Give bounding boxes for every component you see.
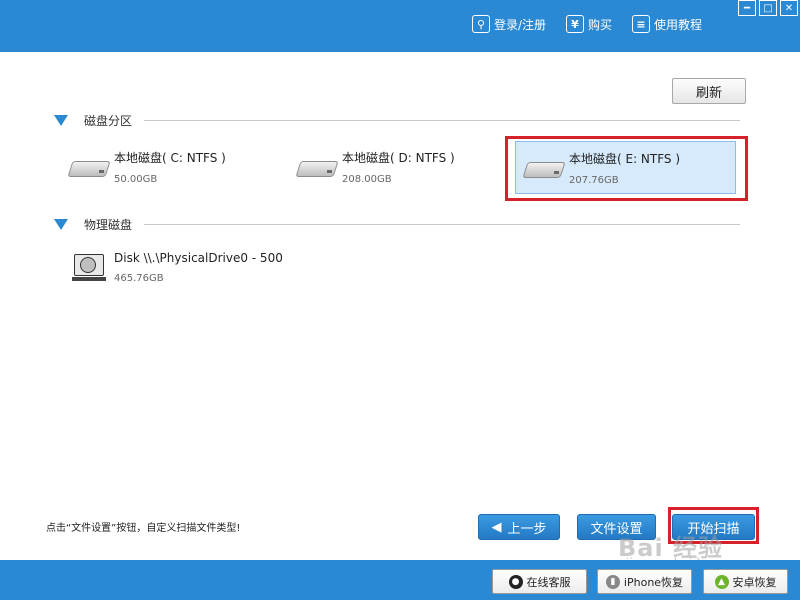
section-divider (144, 223, 740, 225)
drive-name: Disk \\.\PhysicalDrive0 - 500 (114, 250, 283, 265)
partitions-title: 磁盘分区 (84, 113, 133, 128)
tutorial-label: 使用教程 (654, 17, 703, 32)
minimize-button[interactable]: ━ (738, 0, 756, 16)
iphone-recovery-label: iPhone恢复 (623, 575, 684, 589)
phone-icon: ▮ (605, 574, 620, 589)
back-button[interactable]: ◀ 上一步 (478, 514, 560, 540)
key-icon: ⚲ (472, 15, 490, 33)
drive-size: 208.00GB (342, 174, 392, 185)
refresh-button[interactable]: 刷新 (672, 78, 746, 104)
hdd-icon (72, 252, 106, 282)
partitions-section-header[interactable]: 磁盘分区 (54, 111, 740, 129)
login-register-label: 登录/注册 (494, 17, 547, 32)
drive-icon (295, 155, 339, 179)
physical-drive-0[interactable]: Disk \\.\PhysicalDrive0 - 500 465.76GB (72, 242, 332, 292)
physical-section-header[interactable]: 物理磁盘 (54, 215, 740, 233)
hint-text: 点击“文件设置”按钮，自定义扫描文件类型! (46, 523, 241, 534)
tutorial-link[interactable]: ≡ 使用教程 (632, 13, 702, 35)
android-recovery-label: 安卓恢复 (732, 575, 777, 589)
buy-link[interactable]: ¥ 购买 (566, 13, 612, 35)
penguin-icon: ● (508, 574, 523, 589)
highlight-frame (505, 136, 748, 201)
maximize-button[interactable]: □ (759, 0, 777, 16)
drive-size: 50.00GB (114, 174, 158, 185)
drive-icon (67, 155, 111, 179)
login-register-link[interactable]: ⚲ 登录/注册 (472, 13, 546, 35)
android-recovery-button[interactable]: ▲ 安卓恢复 (703, 569, 788, 594)
iphone-recovery-button[interactable]: ▮ iPhone恢复 (597, 569, 692, 594)
section-divider (144, 119, 740, 121)
drive-name: 本地磁盘( C: NTFS ) (114, 151, 226, 165)
drive-size: 465.76GB (114, 272, 164, 284)
back-arrow-icon: ◀ (491, 519, 502, 535)
document-icon: ≡ (632, 15, 650, 33)
collapse-triangle-icon[interactable] (54, 218, 68, 230)
physical-title: 物理磁盘 (84, 217, 133, 232)
back-label: 上一步 (507, 521, 547, 537)
drive-name: 本地磁盘( D: NTFS ) (342, 151, 455, 165)
online-service-label: 在线客服 (526, 575, 571, 589)
window-controls: ━ □ ✕ (735, 0, 798, 16)
collapse-triangle-icon[interactable] (54, 114, 68, 126)
online-service-button[interactable]: ● 在线客服 (492, 569, 587, 594)
yen-icon: ¥ (566, 15, 584, 33)
android-icon: ▲ (714, 574, 729, 589)
buy-label: 购买 (588, 17, 613, 32)
partition-d[interactable]: 本地磁盘( D: NTFS ) 208.00GB (295, 142, 496, 192)
partition-c[interactable]: 本地磁盘( C: NTFS ) 50.00GB (67, 142, 268, 192)
close-button[interactable]: ✕ (780, 0, 798, 16)
